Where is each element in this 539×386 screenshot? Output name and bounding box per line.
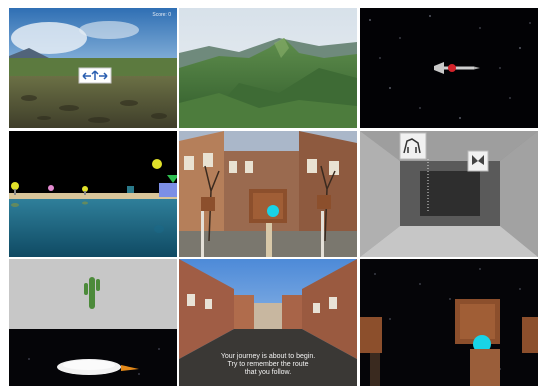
route-caption: Your journey is about to begin. Try to r… [179, 353, 357, 377]
caption-line-1: Your journey is about to begin. [220, 353, 316, 360]
score-label: Score: 0 [152, 12, 171, 18]
corridor-icons-scene [360, 131, 538, 257]
mountain-terrain-scene [179, 8, 357, 128]
dog-icon [399, 132, 427, 160]
caption-line-2: Try to remember the route [227, 361, 309, 368]
space-dart-scene [360, 8, 538, 128]
scene-grid: Score: 0 Your journey is about to begin.… [0, 0, 539, 386]
butterfly-icon [467, 150, 489, 172]
cactus-plate-scene [9, 259, 177, 386]
space-signpost-scene [360, 259, 538, 386]
maze-arrow-sign-scene: Score: 0 [9, 8, 177, 128]
town-signpost-scene [179, 131, 357, 257]
street-route-scene: Your journey is about to begin. Try to r… [179, 259, 357, 386]
floating-objects-water-scene [9, 131, 177, 257]
caption-line-3: that you follow. [244, 369, 292, 376]
